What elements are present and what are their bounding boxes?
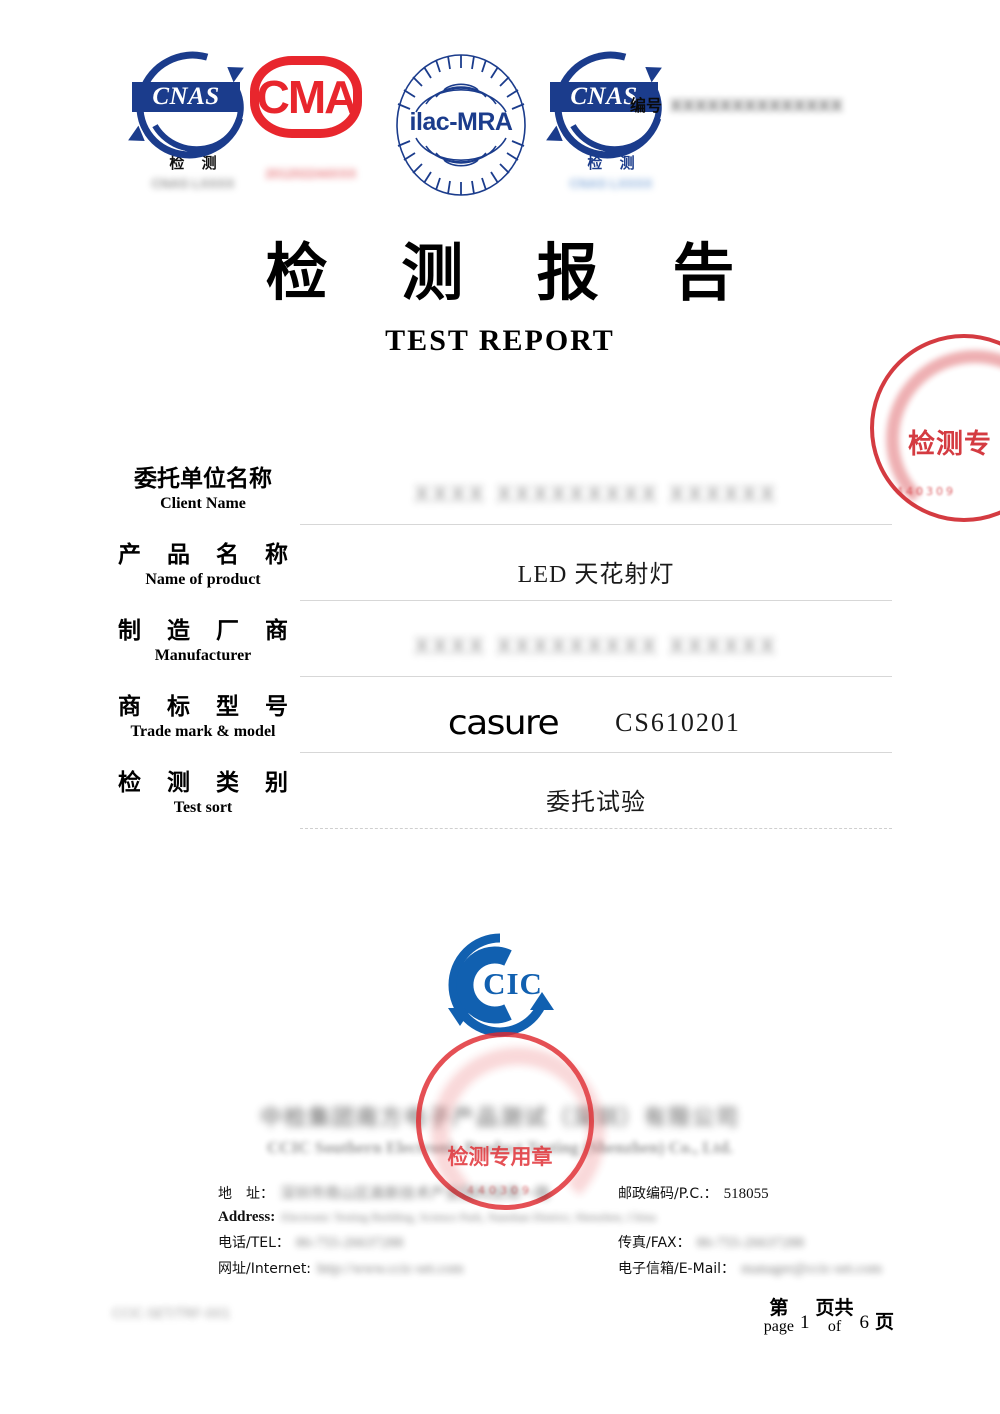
cnas-right-logo: CNAS 检 测 CNAS LXXXX — [535, 32, 683, 191]
report-number-label: 编号 — [630, 96, 663, 115]
internet-value: http://www.ccic-set.com — [317, 1261, 464, 1277]
contact-address-cn: 地 址： 深圳市南山区高新技术产业园科技南一路 — [218, 1182, 618, 1203]
contact-row-address-en: Address: Electronic Testing Building, Sc… — [218, 1209, 888, 1226]
cnas-left-registration: CNAS LXXXX — [151, 176, 235, 191]
address-value-cn: 深圳市南山区高新技术产业园科技南一路 — [280, 1186, 551, 1202]
model-number: CS610201 — [615, 708, 741, 737]
page-indicator: 第 page 1 页共 of 6 页 — [763, 1296, 894, 1336]
field-value-text: XXXX XXXXXXXXX XXXXXX — [414, 482, 778, 508]
page-title-cn: 检 测 报 告 — [265, 236, 761, 309]
postcode-value: 518055 — [723, 1186, 769, 1202]
field-row-manufacturer: 制 造 厂 商 Manufacturer XXXX XXXXXXXXX XXXX… — [108, 618, 892, 694]
seal-right-text: 检测专 — [908, 429, 992, 460]
field-label-en: Client Name — [160, 495, 246, 513]
field-label-manufacturer: 制 造 厂 商 Manufacturer — [108, 618, 298, 665]
field-row-trademark-model: 商 标 型 号 Trade mark & model casure CS6102… — [108, 694, 892, 770]
field-label-trademark-model: 商 标 型 号 Trade mark & model — [108, 694, 298, 741]
tel-label: 电话/TEL： — [218, 1235, 290, 1251]
brand-logo-casure: casure — [447, 703, 560, 743]
seal-main-text: 检测专用章 — [447, 1145, 553, 1169]
cnas-left-mark: CNAS — [117, 32, 265, 178]
total-page-number: 6 — [859, 1312, 869, 1333]
contact-postcode: 邮政编码/P.C.： 518055 — [618, 1183, 888, 1203]
cma-mark: CMA — [250, 48, 372, 148]
fax-value: 86-755-26637288 — [696, 1235, 805, 1251]
report-number: 编号 XXXXXXXXXXXXXX — [630, 92, 843, 116]
tel-value: 86-755-26637288 — [295, 1235, 404, 1251]
current-page-number: 1 — [799, 1312, 810, 1333]
cic-wordmark: CIC — [483, 966, 543, 1001]
field-row-product-name: 产 品 名 称 Name of product LED 天花射灯 — [108, 542, 892, 618]
field-row-client-name: 委托单位名称 Client Name XXXX XXXXXXXXX XXXXXX — [108, 466, 892, 542]
contact-info-block: 地 址： 深圳市南山区高新技术产业园科技南一路 邮政编码/P.C.： 51805… — [218, 1182, 888, 1284]
report-fields-table: 委托单位名称 Client Name XXXX XXXXXXXXX XXXXXX… — [108, 466, 892, 846]
ilac-wordmark: ilac-MRA — [409, 108, 513, 136]
ilac-mra-logo: ilac-MRA — [386, 52, 536, 198]
field-label-client-name: 委托单位名称 Client Name — [108, 466, 298, 513]
postcode-label: 邮政编码/P.C.： — [618, 1186, 718, 1202]
cma-registration: 201202244XXX — [265, 166, 357, 181]
field-label-cn: 检 测 类 别 — [117, 770, 298, 796]
contact-address-en: Address: Electronic Testing Building, Sc… — [218, 1209, 888, 1226]
contact-row-tel-fax: 电话/TEL： 86-755-26637288 传真/FAX： 86-755-2… — [218, 1232, 888, 1252]
address-label-cn: 地 址： — [218, 1186, 274, 1202]
page-title-en: TEST REPORT — [385, 324, 615, 357]
field-label-cn: 产 品 名 称 — [117, 542, 298, 568]
field-row-test-sort: 检 测 类 别 Test sort 委托试验 — [108, 770, 892, 846]
address-label-en: Address: — [218, 1209, 276, 1225]
internet-label: 网址/Internet: — [218, 1261, 312, 1277]
page-label-cn: 第 — [769, 1296, 789, 1319]
field-value-text: XXXX XXXXXXXXX XXXXXX — [414, 634, 778, 660]
of-label-stack: 页共 of — [815, 1296, 854, 1336]
contact-internet: 网址/Internet: http://www.ccic-set.com — [218, 1258, 618, 1278]
field-label-test-sort: 检 测 类 别 Test sort — [108, 770, 298, 817]
email-value: manager@ccic-set.com — [741, 1261, 882, 1277]
field-label-cn: 商 标 型 号 — [117, 694, 298, 720]
contact-row-internet-email: 网址/Internet: http://www.ccic-set.com 电子信… — [218, 1258, 888, 1278]
of-label-en: of — [827, 1318, 842, 1336]
field-value-client-name: XXXX XXXXXXXXX XXXXXX — [300, 466, 892, 525]
field-value-trademark-model: casure CS610201 — [300, 694, 892, 753]
cma-logo: CMA 201202244XXX — [250, 48, 372, 181]
cnas-left-logo: CNAS 检 测 CNAS LXXXX — [117, 32, 265, 191]
ilac-mark: ilac-MRA — [386, 52, 536, 198]
email-label: 电子信箱/E-Mail： — [618, 1261, 736, 1277]
field-value-text: LED 天花射灯 — [517, 561, 675, 588]
report-number-value: XXXXXXXXXXXXXX — [670, 96, 843, 115]
page-label-en: page — [763, 1318, 794, 1336]
field-label-en: Trade mark & model — [130, 723, 276, 741]
pages-unit-cn: 页 — [874, 1311, 894, 1333]
contact-tel: 电话/TEL： 86-755-26637288 — [218, 1232, 618, 1252]
field-value-product-name: LED 天花射灯 — [300, 542, 892, 601]
accreditation-logo-strip: CNAS 检 测 CNAS LXXXX CMA 201202244XXX ila… — [117, 32, 888, 198]
cic-logo: CIC — [430, 930, 570, 1040]
field-label-product-name: 产 品 名 称 Name of product — [108, 542, 298, 589]
fax-label: 传真/FAX： — [618, 1235, 691, 1251]
field-label-en: Manufacturer — [154, 647, 252, 665]
cma-wordmark: CMA — [256, 71, 358, 123]
address-value-en: Electronic Testing Building, Science Par… — [281, 1210, 657, 1224]
field-label-en: Test sort — [173, 799, 233, 817]
field-label-cn: 委托单位名称 — [134, 466, 272, 492]
contact-email: 电子信箱/E-Mail： manager@ccic-set.com — [618, 1258, 888, 1278]
contact-fax: 传真/FAX： 86-755-26637288 — [618, 1232, 888, 1252]
field-value-test-sort: 委托试验 — [300, 770, 892, 829]
field-label-cn: 制 造 厂 商 — [117, 618, 298, 644]
seal-right-digits: 440309 — [896, 485, 956, 498]
page-label-stack: 第 page — [763, 1296, 794, 1336]
field-label-en: Name of product — [145, 571, 261, 589]
of-label-cn: 页共 — [815, 1296, 854, 1319]
document-code: CCIC-SET/TRF-001 — [112, 1307, 231, 1322]
cnas-wordmark: CNAS — [152, 83, 220, 110]
field-value-text: 委托试验 — [546, 789, 646, 816]
cnas-right-registration: CNAS LXXXX — [569, 176, 653, 191]
field-value-manufacturer: XXXX XXXXXXXXX XXXXXX — [300, 618, 892, 677]
contact-row-address-cn: 地 址： 深圳市南山区高新技术产业园科技南一路 邮政编码/P.C.： 51805… — [218, 1182, 888, 1203]
